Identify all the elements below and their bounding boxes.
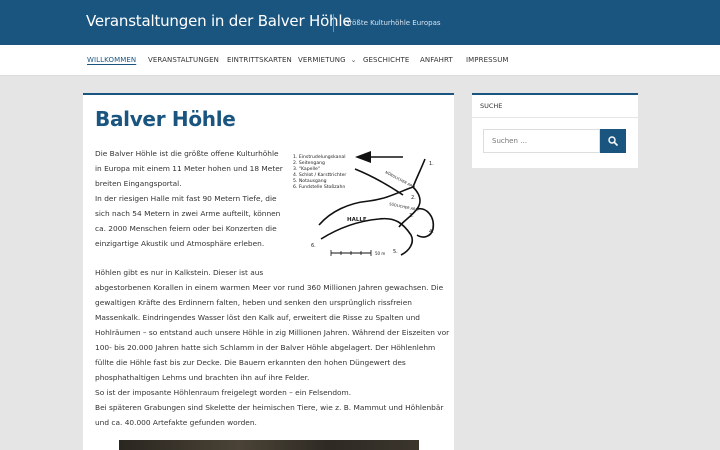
entrance-arrow-icon	[355, 151, 371, 163]
text-line: abgestorbenen Korallen in einem warmen M…	[95, 283, 444, 292]
intro-paragraph: Die Balver Höhle ist die größte offene K…	[95, 146, 283, 251]
sidebar-search-widget: SUCHE	[472, 93, 638, 168]
text-line: In der riesigen Halle mit fast 90 Metern…	[95, 194, 277, 203]
map-legend-item: 5. Notausgang	[293, 178, 327, 184]
cave-map-image: 1. Einstrudelungskanal 2. Seitengang 3. …	[293, 151, 434, 256]
map-number: 1.	[429, 161, 434, 167]
nav-item-vermietung-label: VERMIETUNG	[298, 56, 346, 64]
main-navigation: WILLKOMMEN VERANSTALTUNGEN EINTRITTSKART…	[0, 45, 720, 76]
text-line: in Europa mit einem 11 Meter hohen und 1…	[95, 164, 283, 173]
map-legend-item: 2. Seitengang	[293, 160, 325, 166]
body-paragraph: Höhlen gibt es nur in Kalkstein. Dieser …	[95, 265, 450, 430]
map-number: 5.	[393, 249, 398, 255]
nav-item-anfahrt[interactable]: ANFAHRT	[420, 45, 453, 76]
text-line: einzigartige Akustik und Atmosphäre erle…	[95, 239, 265, 248]
map-legend-item: 3. "Kapelle"	[293, 166, 320, 172]
main-content: Balver Höhle Die Balver Höhle ist die gr…	[83, 93, 454, 450]
map-number: 2.	[411, 195, 416, 201]
search-input[interactable]	[483, 129, 600, 153]
text-line: breiten Eingangsportal.	[95, 179, 182, 188]
nav-item-eintrittskarten[interactable]: EINTRITTSKARTEN	[227, 45, 292, 76]
text-line: Höhlen gibt es nur in Kalkstein. Dieser …	[95, 268, 264, 277]
map-legend-item: 1. Einstrudelungskanal	[293, 154, 345, 160]
nav-item-willkommen[interactable]: WILLKOMMEN	[87, 45, 136, 76]
text-line: Die Balver Höhle ist die größte offene K…	[95, 149, 279, 158]
map-scale-note: 50 m	[375, 251, 385, 256]
map-label-halle: HALLE	[347, 217, 367, 223]
nav-item-vermietung[interactable]: VERMIETUNG ⌄	[298, 45, 357, 76]
text-line: und ca. 40.000 Artefakte gefunden worden…	[95, 418, 257, 427]
text-line: So ist der imposante Höhlenraum freigele…	[95, 388, 352, 397]
text-line: 100- bis 20.000 Jahren hatte sich Schlam…	[95, 343, 436, 352]
map-number: 3.	[409, 213, 414, 219]
text-line: Bei späteren Grabungen sind Skelette der…	[95, 403, 444, 412]
map-scale-bar: 50 m	[330, 250, 385, 256]
widget-divider	[472, 117, 638, 118]
text-line: ca. 2000 Menschen feiern oder bei Konzer…	[95, 224, 277, 233]
text-line: sich nach 54 Metern in zwei Arme aufteil…	[95, 209, 281, 218]
text-line: Massenkalk. Eindringendes Wasser löst de…	[95, 313, 420, 322]
cave-photo-image	[119, 440, 419, 450]
site-tagline: Größte Kulturhöhle Europas	[333, 14, 441, 32]
site-header: Veranstaltungen in der Balver Höhle Größ…	[0, 0, 720, 45]
search-button[interactable]	[600, 129, 626, 153]
text-line: phosphathaltigen Lehms und brachten ihn …	[95, 373, 310, 382]
nav-item-impressum[interactable]: IMPRESSUM	[466, 45, 509, 76]
widget-title: SUCHE	[480, 102, 503, 110]
text-line: füllte die Höhle fast bis zur Decke. Die…	[95, 358, 406, 367]
text-line: gewaltigen Kräfte des Erdinnern falten, …	[95, 298, 412, 307]
map-number: 6.	[311, 243, 316, 249]
nav-item-veranstaltungen[interactable]: VERANSTALTUNGEN	[148, 45, 219, 76]
search-icon	[608, 136, 618, 146]
chevron-down-icon: ⌄	[350, 56, 357, 64]
map-number: 4.	[429, 229, 434, 235]
map-legend-item: 6. Fundstelle Stoßzahn	[293, 184, 345, 190]
nav-item-geschichte[interactable]: GESCHICHTE	[363, 45, 409, 76]
text-line: Hohlräumen – so entstand auch unsere Höh…	[95, 328, 450, 337]
site-title[interactable]: Veranstaltungen in der Balver Höhle	[86, 12, 352, 30]
map-legend-item: 4. Schlot / Karsttrichter	[293, 172, 346, 178]
map-label-south-arm: SÜDLICHER ARM	[389, 201, 419, 212]
page-title: Balver Höhle	[95, 107, 236, 131]
